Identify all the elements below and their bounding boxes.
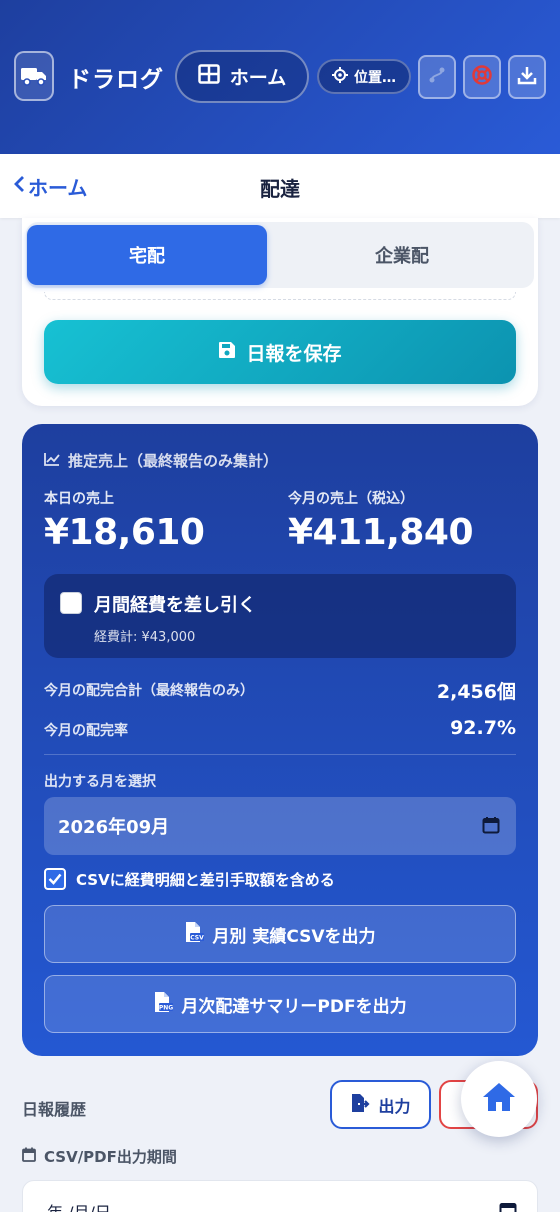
expense-checkbox-label[interactable]: 月間経費を差し引く — [94, 591, 256, 617]
history-export-label: 出力 — [378, 1096, 411, 1116]
month-sales-value: ¥411,840 — [288, 512, 474, 553]
floppy-disk-icon — [218, 341, 236, 364]
calendar-icon[interactable] — [482, 816, 500, 839]
calendar-small-icon — [22, 1147, 36, 1166]
pdf-file-icon: PNG — [153, 991, 174, 1018]
delivery-rate-label: 今月の配完率 — [44, 723, 128, 739]
svg-text:PNG: PNG — [159, 1004, 173, 1011]
brand-title: ドラログ — [68, 67, 164, 93]
sales-summary-card: 推定売上（最終報告のみ集計） 本日の売上 ¥18,610 今月の売上（税込） ¥… — [22, 424, 538, 1056]
location-button[interactable]: 位置… — [317, 59, 411, 94]
today-sales-label: 本日の売上 — [44, 491, 114, 507]
delivery-type-tabs: 宅配 企業配 — [26, 222, 534, 288]
dashed-divider — [44, 292, 516, 300]
save-report-label: 日報を保存 — [246, 342, 342, 365]
csv-expense-checkbox-label[interactable]: CSVに経費明細と差引手取額を含める — [76, 869, 335, 890]
grid-icon — [198, 64, 220, 89]
expense-toggle-box: 月間経費を差し引く 経費計: ¥43,000 — [44, 574, 516, 658]
home-nav-label: ホーム — [229, 67, 287, 89]
svg-text:CSV: CSV — [191, 934, 205, 941]
file-export-icon — [350, 1093, 371, 1117]
crosshair-icon — [332, 66, 348, 87]
export-period-label: CSV/PDF出力期間 — [22, 1146, 177, 1167]
delivery-rate-value: 92.7% — [450, 717, 516, 739]
truck-logo-icon — [14, 51, 54, 101]
tab-home-delivery[interactable]: 宅配 — [27, 225, 267, 285]
download-button[interactable] — [508, 55, 546, 99]
checkmark-icon — [48, 870, 62, 889]
history-title: 日報履歴 — [22, 1100, 87, 1119]
export-pdf-button[interactable]: PNG 月次配達サマリーPDFを出力 — [44, 975, 516, 1033]
month-select-label: 出力する月を選択 — [44, 774, 156, 790]
route-button[interactable] — [418, 55, 456, 99]
save-report-button[interactable]: 日報を保存 — [44, 320, 516, 384]
expense-checkbox[interactable] — [60, 592, 82, 614]
expense-total: 経費計: ¥43,000 — [94, 630, 196, 645]
tab-corporate-delivery[interactable]: 企業配 — [282, 225, 522, 285]
location-label: 位置… — [354, 69, 396, 86]
app-header: ドラログ ホーム 位置… — [0, 0, 560, 154]
history-export-button[interactable]: 出力 — [330, 1080, 431, 1129]
sales-heading: 推定売上（最終報告のみ集計） — [44, 450, 278, 471]
delivered-total-label: 今月の配完合計（最終報告のみ） — [44, 683, 254, 699]
delivery-form-card: 宅配 企業配 日報を保存 — [22, 218, 538, 406]
date-calendar-icon[interactable] — [499, 1201, 517, 1212]
nav-bar: ホーム 配達 — [0, 154, 560, 218]
sales-heading-text: 推定売上（最終報告のみ集計） — [68, 452, 279, 470]
section-divider — [44, 754, 516, 755]
export-start-date-input[interactable]: 年 /月/日 — [22, 1180, 538, 1212]
csv-expense-checkbox[interactable] — [44, 868, 66, 890]
help-button[interactable] — [463, 55, 501, 99]
route-icon — [427, 65, 447, 89]
lifebuoy-icon — [471, 64, 493, 90]
delivered-total-value: 2,456個 — [436, 681, 516, 703]
home-nav-button[interactable]: ホーム — [175, 50, 309, 103]
line-chart-icon — [44, 452, 60, 470]
date-placeholder: 年 /月/日 — [47, 1203, 111, 1212]
export-csv-button[interactable]: CSV 月別 実績CSVを出力 — [44, 905, 516, 963]
home-fab-button[interactable] — [461, 1061, 537, 1137]
export-csv-label: 月別 実績CSVを出力 — [212, 926, 376, 947]
download-icon — [517, 65, 537, 89]
export-pdf-label: 月次配達サマリーPDFを出力 — [181, 996, 407, 1017]
csv-file-icon: CSV — [184, 921, 205, 948]
month-select-input[interactable]: 2026年09月 — [44, 797, 516, 855]
export-period-text: CSV/PDF出力期間 — [44, 1148, 177, 1166]
today-sales-value: ¥18,610 — [44, 512, 205, 553]
home-icon — [481, 1081, 517, 1117]
page-title: 配達 — [260, 177, 300, 201]
month-sales-label: 今月の売上（税込） — [288, 491, 414, 507]
month-select-value: 2026年09月 — [58, 817, 170, 838]
